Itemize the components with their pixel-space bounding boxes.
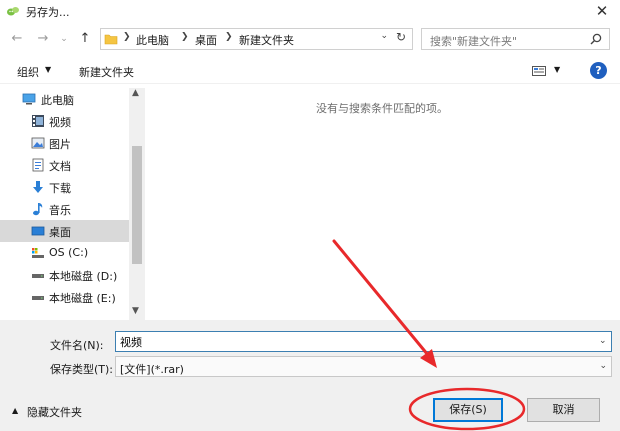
back-button[interactable]: ← <box>8 30 26 48</box>
sidebar-item-pictures[interactable]: 图片 <box>0 132 129 154</box>
desktop-icon <box>31 226 45 236</box>
chevron-down-icon[interactable]: ▼ <box>554 65 560 74</box>
download-icon <box>33 181 43 193</box>
sidebar-item-this-pc[interactable]: 此电脑 <box>0 88 129 110</box>
breadcrumb-desktop[interactable]: 桌面 <box>195 32 217 48</box>
scrollbar-thumb[interactable] <box>132 146 142 264</box>
sidebar-item-label: OS (C:) <box>49 246 89 259</box>
sidebar-item-documents[interactable]: 文档 <box>0 154 129 176</box>
sidebar-item-label: 桌面 <box>49 226 71 239</box>
sidebar-item-label: 文档 <box>49 160 71 173</box>
sidebar-item-label: 此电脑 <box>41 94 74 107</box>
filename-label: 文件名(N): <box>50 339 104 352</box>
breadcrumb-separator[interactable]: ❯ <box>225 32 233 42</box>
refresh-icon[interactable]: ↻ <box>396 30 406 44</box>
sidebar-item-music[interactable]: 音乐 <box>0 198 129 220</box>
sidebar-item-drive-c[interactable]: OS (C:) <box>0 242 129 264</box>
scroll-down-icon[interactable]: ▼ <box>132 306 139 316</box>
window-title: 另存为... <box>26 6 70 19</box>
new-folder-button[interactable]: 新建文件夹 <box>79 64 134 80</box>
drive-icon <box>32 296 44 300</box>
search-placeholder: 搜索"新建文件夹" <box>430 35 518 48</box>
sidebar-item-label: 下载 <box>49 182 71 195</box>
sidebar-item-drive-d[interactable]: 本地磁盘 (D:) <box>0 264 129 286</box>
navigation-bar: ← → ⌄ ↑ ❯ 此电脑 ❯ 桌面 ❯ 新建文件夹 ⌄ ↻ 搜索"新建文件夹" <box>0 24 620 54</box>
breadcrumb-new-folder[interactable]: 新建文件夹 <box>239 32 294 48</box>
chevron-up-icon: ▲ <box>12 406 19 415</box>
file-list[interactable]: 没有与搜索条件匹配的项。 <box>148 88 620 320</box>
video-folder-icon <box>32 115 44 127</box>
sidebar-item-label: 图片 <box>49 138 71 151</box>
sidebar-item-drive-e[interactable]: 本地磁盘 (E:) <box>0 286 129 308</box>
sidebar-item-label: 视频 <box>49 116 71 129</box>
sidebar-item-desktop[interactable]: 桌面 <box>0 220 129 242</box>
help-icon[interactable]: ? <box>590 62 607 79</box>
recent-locations-button[interactable]: ⌄ <box>58 30 70 48</box>
computer-icon <box>22 93 36 105</box>
close-button[interactable]: ✕ <box>592 1 612 21</box>
view-options-icon[interactable] <box>532 66 546 76</box>
sidebar-item-label: 音乐 <box>49 204 71 217</box>
breadcrumb-separator[interactable]: ❯ <box>181 32 189 42</box>
system-drive-icon <box>32 248 44 258</box>
filetype-select[interactable]: [文件](*.rar) ⌄ <box>115 356 612 377</box>
sidebar-item-videos[interactable]: 视频 <box>0 110 129 132</box>
chevron-down-icon[interactable]: ⌄ <box>599 336 607 346</box>
chevron-down-icon: ⌄ <box>599 361 607 371</box>
title-bar: 另存为... ✕ <box>0 0 620 22</box>
save-button[interactable]: 保存(S) <box>433 398 503 422</box>
music-icon <box>33 203 43 216</box>
chevron-down-icon[interactable]: ▼ <box>45 65 51 74</box>
filetype-value: [文件](*.rar) <box>120 363 184 376</box>
filetype-label: 保存类型(T): <box>50 363 114 376</box>
sidebar-item-label: 本地磁盘 (D:) <box>49 270 118 283</box>
sidebar-item-downloads[interactable]: 下载 <box>0 176 129 198</box>
empty-message: 没有与搜索条件匹配的项。 <box>316 102 448 115</box>
sidebar-item-label: 本地磁盘 (E:) <box>49 292 116 305</box>
hide-folders-label: 隐藏文件夹 <box>27 406 82 419</box>
command-bar: 组织 ▼ 新建文件夹 ▼ ? <box>0 58 620 84</box>
breadcrumb-separator[interactable]: ❯ <box>123 32 131 42</box>
scroll-up-icon[interactable]: ▲ <box>132 88 139 98</box>
search-input[interactable]: 搜索"新建文件夹" <box>421 28 610 50</box>
search-icon[interactable] <box>589 32 603 46</box>
nav-pane-scrollbar[interactable]: ▲ ▼ <box>129 88 145 320</box>
folder-icon <box>104 34 118 45</box>
nav-tree: 此电脑 视频 图片 文档 下载 音乐 桌面 OS (C:) 本地磁盘 (D:) … <box>0 88 129 308</box>
address-bar[interactable]: ❯ 此电脑 ❯ 桌面 ❯ 新建文件夹 ⌄ ↻ <box>100 28 413 50</box>
forward-button[interactable]: → <box>34 30 52 48</box>
filename-field[interactable] <box>115 331 612 352</box>
picture-folder-icon <box>31 137 45 149</box>
up-button[interactable]: ↑ <box>76 30 94 48</box>
app-icon <box>7 7 19 16</box>
navigation-pane: 此电脑 视频 图片 文档 下载 音乐 桌面 OS (C:) 本地磁盘 (D:) … <box>0 88 145 320</box>
document-folder-icon <box>32 158 44 172</box>
breadcrumb-this-pc[interactable]: 此电脑 <box>136 32 169 48</box>
organize-menu[interactable]: 组织 <box>17 64 39 80</box>
cancel-button[interactable]: 取消 <box>527 398 600 422</box>
save-form: 文件名(N): ⌄ 保存类型(T): [文件](*.rar) ⌄ ▲ 隐藏文件夹… <box>0 320 620 431</box>
drive-icon <box>32 274 44 278</box>
chevron-down-icon[interactable]: ⌄ <box>380 31 388 41</box>
